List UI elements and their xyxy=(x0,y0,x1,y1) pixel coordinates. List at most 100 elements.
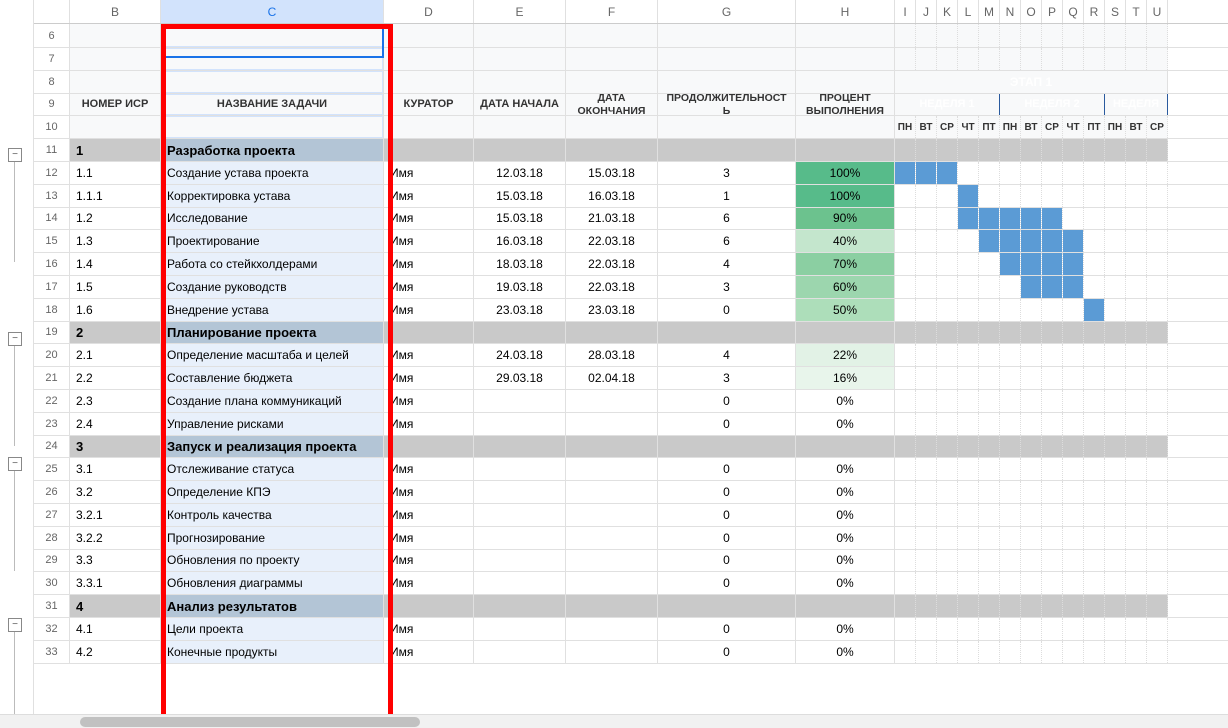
cell[interactable] xyxy=(1000,436,1021,458)
cell[interactable]: ВТ xyxy=(1126,116,1147,138)
cell[interactable] xyxy=(1147,344,1168,366)
cell[interactable] xyxy=(566,139,658,161)
cell[interactable] xyxy=(384,322,474,344)
cell[interactable] xyxy=(979,162,1000,184)
row-number[interactable]: 30 xyxy=(34,572,70,594)
cell[interactable] xyxy=(937,299,958,321)
cell[interactable] xyxy=(566,390,658,412)
cell[interactable] xyxy=(1021,550,1042,572)
cell[interactable] xyxy=(937,618,958,640)
cell[interactable] xyxy=(1063,641,1084,663)
cell[interactable]: 0% xyxy=(796,527,895,549)
cell[interactable] xyxy=(384,116,474,138)
cell[interactable] xyxy=(384,139,474,161)
cell[interactable]: 0 xyxy=(658,618,796,640)
cell[interactable] xyxy=(1126,208,1147,230)
cell[interactable] xyxy=(1126,550,1147,572)
cell[interactable] xyxy=(1105,481,1126,503)
row-number[interactable]: 22 xyxy=(34,390,70,412)
cell[interactable]: 1 xyxy=(658,185,796,207)
cell[interactable] xyxy=(1042,618,1063,640)
cell[interactable]: Имя xyxy=(384,162,474,184)
cell[interactable]: 16.03.18 xyxy=(566,185,658,207)
cell[interactable] xyxy=(1063,299,1084,321)
cell[interactable] xyxy=(979,550,1000,572)
cell[interactable]: 4.1 xyxy=(70,618,161,640)
cell[interactable] xyxy=(1021,618,1042,640)
cell[interactable] xyxy=(916,162,937,184)
cell[interactable] xyxy=(1000,572,1021,594)
cell[interactable] xyxy=(937,208,958,230)
cell[interactable] xyxy=(1063,436,1084,458)
cell[interactable] xyxy=(1105,618,1126,640)
cell[interactable] xyxy=(1000,208,1021,230)
cell[interactable] xyxy=(958,276,979,298)
col-header-I[interactable]: I xyxy=(895,0,916,23)
cell[interactable] xyxy=(1147,481,1168,503)
cell[interactable]: ПТ xyxy=(1084,116,1105,138)
cell[interactable] xyxy=(1042,230,1063,252)
cell[interactable] xyxy=(1147,390,1168,412)
cell[interactable] xyxy=(916,572,937,594)
cell[interactable]: ПТ xyxy=(979,116,1000,138)
cell[interactable]: 6 xyxy=(658,208,796,230)
cell[interactable]: 16% xyxy=(796,367,895,389)
cell[interactable] xyxy=(1042,276,1063,298)
cell[interactable] xyxy=(916,641,937,663)
cell[interactable] xyxy=(1126,48,1147,70)
cell[interactable] xyxy=(916,481,937,503)
cell[interactable] xyxy=(1042,48,1063,70)
cell[interactable] xyxy=(1126,618,1147,640)
cell[interactable] xyxy=(474,527,566,549)
cell[interactable] xyxy=(1126,641,1147,663)
cell[interactable]: 22.03.18 xyxy=(566,230,658,252)
col-header-E[interactable]: E xyxy=(474,0,566,23)
col-header-D[interactable]: D xyxy=(384,0,474,23)
cell[interactable] xyxy=(658,48,796,70)
cell[interactable] xyxy=(1105,322,1126,344)
cell[interactable] xyxy=(1021,162,1042,184)
cell[interactable] xyxy=(979,504,1000,526)
cell[interactable]: 0 xyxy=(658,641,796,663)
cell[interactable] xyxy=(70,48,161,70)
cell[interactable] xyxy=(566,458,658,480)
cell[interactable] xyxy=(1147,208,1168,230)
cell[interactable] xyxy=(958,436,979,458)
cell[interactable] xyxy=(916,299,937,321)
cell[interactable] xyxy=(895,139,916,161)
cell[interactable]: 0 xyxy=(658,481,796,503)
cell[interactable]: 3 xyxy=(658,162,796,184)
cell[interactable] xyxy=(1126,185,1147,207)
cell[interactable] xyxy=(895,481,916,503)
cell[interactable] xyxy=(958,527,979,549)
col-header-R[interactable]: R xyxy=(1084,0,1105,23)
cell[interactable] xyxy=(958,230,979,252)
col-header-C[interactable]: C xyxy=(161,0,384,23)
cell[interactable] xyxy=(895,230,916,252)
cell[interactable] xyxy=(895,276,916,298)
cell[interactable]: 100% xyxy=(796,185,895,207)
cell[interactable]: 1 xyxy=(70,139,161,161)
cell[interactable]: Проектирование xyxy=(161,230,384,252)
cell[interactable] xyxy=(895,458,916,480)
cell[interactable] xyxy=(1126,162,1147,184)
cell[interactable] xyxy=(895,618,916,640)
cell[interactable] xyxy=(566,116,658,138)
cell[interactable] xyxy=(1063,185,1084,207)
cell[interactable] xyxy=(658,139,796,161)
cell[interactable] xyxy=(796,24,895,47)
cell[interactable]: 15.03.18 xyxy=(474,185,566,207)
cell[interactable] xyxy=(566,595,658,617)
cell[interactable]: 2.1 xyxy=(70,344,161,366)
cell[interactable]: 3.1 xyxy=(70,458,161,480)
cell[interactable] xyxy=(1126,436,1147,458)
cell[interactable] xyxy=(1105,436,1126,458)
cell[interactable]: НЕДЕЛЯ xyxy=(1105,94,1168,116)
cell[interactable] xyxy=(1000,24,1021,47)
cell[interactable] xyxy=(1105,595,1126,617)
cell[interactable] xyxy=(916,436,937,458)
col-header-N[interactable]: N xyxy=(1000,0,1021,23)
cell[interactable]: 6 xyxy=(658,230,796,252)
cell[interactable]: 1.2 xyxy=(70,208,161,230)
cell[interactable] xyxy=(979,230,1000,252)
